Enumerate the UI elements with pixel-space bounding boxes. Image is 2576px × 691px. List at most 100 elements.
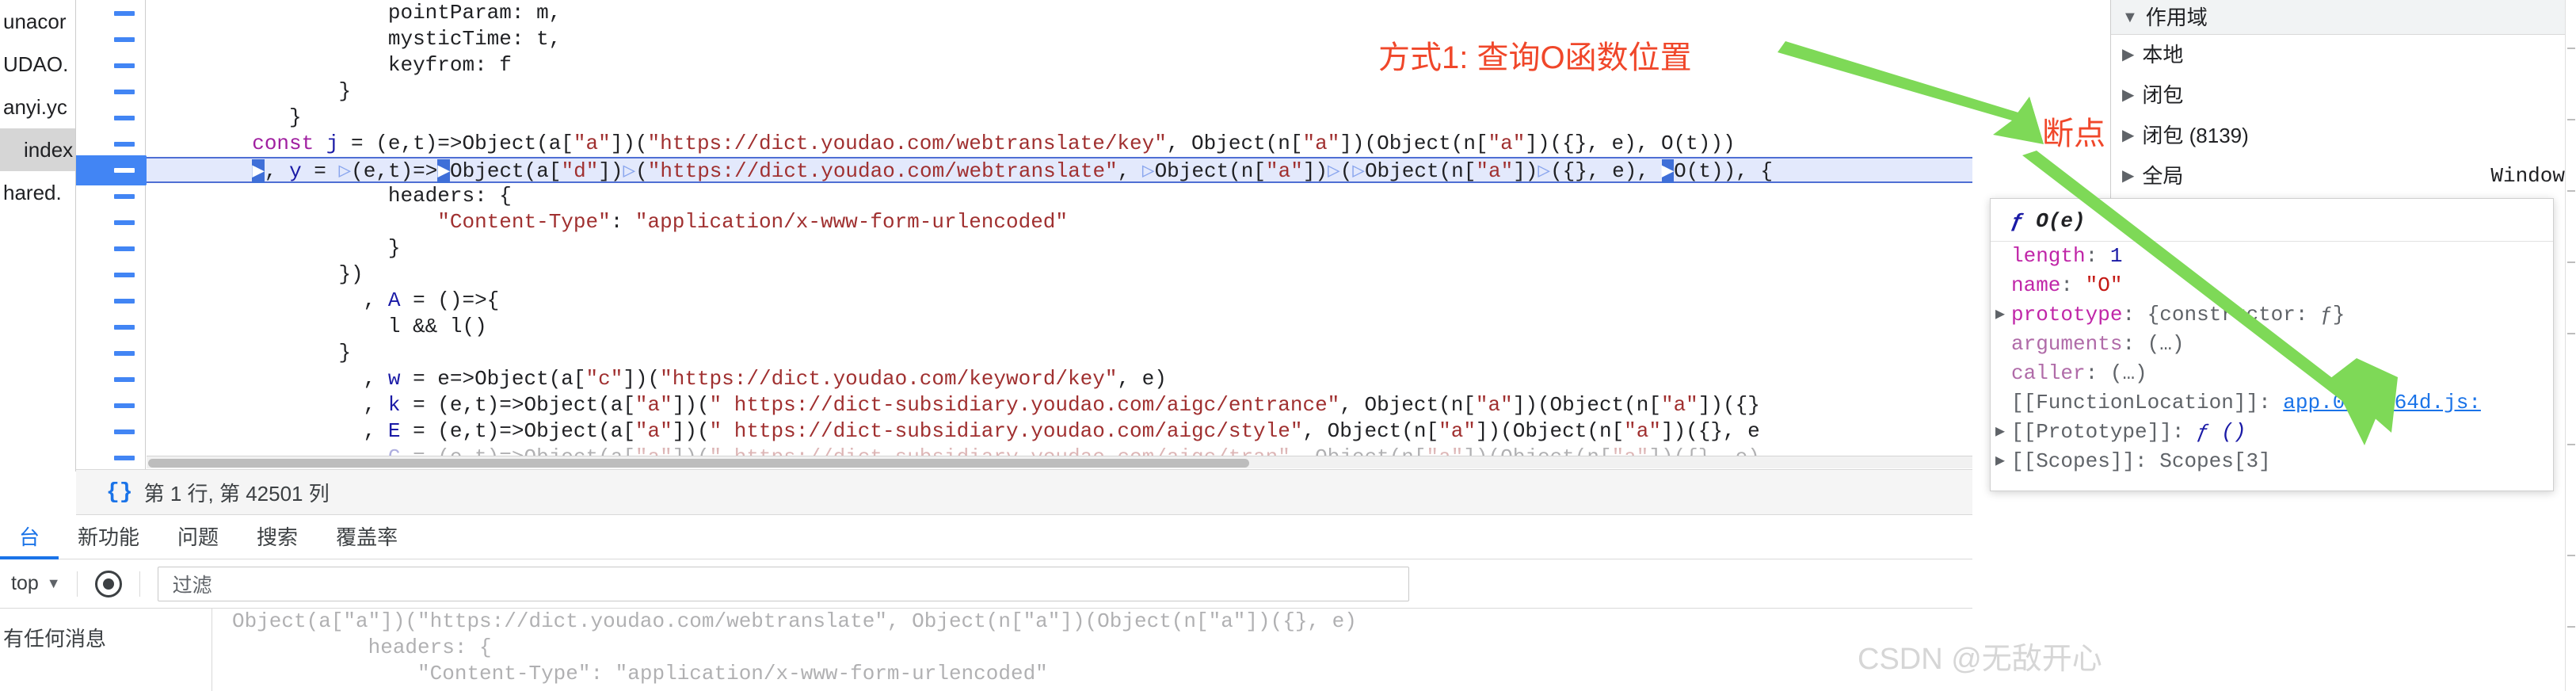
navigator-item[interactable]: UDAO.: [0, 43, 75, 86]
editor-gutter[interactable]: [76, 0, 161, 471]
line-dash-icon[interactable]: [114, 194, 135, 199]
console-filter-input[interactable]: 过滤: [157, 566, 1409, 601]
line-dash-icon[interactable]: [114, 403, 135, 408]
line-dash-icon[interactable]: [114, 246, 135, 251]
line-dash-icon[interactable]: [114, 273, 135, 277]
code-token: ])({}: [1698, 393, 1760, 417]
code-line[interactable]: , w = e=>Object(a["c"])("https://dict.yo…: [147, 366, 1972, 392]
code-line[interactable]: }: [147, 235, 1972, 262]
scope-pane-title: 作用域: [2145, 5, 2208, 29]
property-separator: :: [2122, 332, 2147, 356]
code-token: j: [326, 132, 339, 155]
code-line[interactable]: mysticTime: t,: [147, 26, 1972, 52]
navigator-item[interactable]: index: [0, 128, 75, 171]
triangle-right-icon[interactable]: ▶: [2122, 116, 2134, 156]
line-dash-icon[interactable]: [114, 116, 135, 120]
code-line[interactable]: , A = ()=>{: [147, 288, 1972, 314]
object-popover[interactable]: ƒ O(e) length: 1 name: "O" ▶ prototype: {co…: [1990, 198, 2554, 491]
code-line[interactable]: l && l(): [147, 314, 1972, 340]
code-line[interactable]: }: [147, 78, 1972, 105]
navigator-item[interactable]: unacor: [0, 0, 75, 43]
popover-property-row[interactable]: name: "O": [1991, 271, 2553, 300]
console-sidebar[interactable]: 有任何消息: [0, 609, 212, 691]
code-editor[interactable]: pointParam: m, mysticTime: t, keyfrom: f…: [147, 0, 1972, 456]
navigator-item[interactable]: anyi.yc: [0, 86, 75, 128]
console-context-selector[interactable]: top ▼: [0, 572, 77, 595]
breakpoint-marker[interactable]: [76, 155, 161, 185]
format-pretty-print-icon[interactable]: {}: [106, 480, 133, 505]
line-dash-icon[interactable]: [114, 299, 135, 304]
scrollbar-thumb[interactable]: [148, 459, 1249, 468]
triangle-right-icon[interactable]: ▶: [2122, 35, 2134, 75]
line-dash-icon[interactable]: [114, 220, 135, 225]
code-line-active[interactable]: ▶, y = ▷(e,t)=>▶Object(a["d"])▷("https:/…: [147, 157, 1972, 183]
code-line[interactable]: keyfrom: f: [147, 52, 1972, 78]
console-code-line: headers: {: [232, 636, 492, 659]
drawer-tab[interactable]: 覆盖率: [317, 515, 417, 559]
triangle-down-icon[interactable]: ▼: [2122, 0, 2138, 35]
popover-property-row[interactable]: ▶ prototype: {constructor: ƒ}: [1991, 300, 2553, 330]
code-line[interactable]: }: [147, 105, 1972, 131]
source-link[interactable]: app.0c6fc64d.js:: [2283, 391, 2481, 414]
code-line[interactable]: pointParam: m,: [147, 0, 1972, 26]
scope-row[interactable]: ▶ 闭包 (8139): [2111, 116, 2576, 156]
scope-row[interactable]: ▶ 全局 Window: [2111, 156, 2576, 197]
drawer-tab[interactable]: 新功能: [59, 515, 158, 559]
line-dash-icon[interactable]: [114, 11, 135, 16]
code-token: A: [387, 288, 401, 312]
popover-property-row[interactable]: length: 1: [1991, 242, 2553, 271]
popover-property-row[interactable]: ▶ [[Prototype]]: ƒ (): [1991, 418, 2553, 447]
line-dash-icon[interactable]: [114, 142, 135, 147]
popover-property-row[interactable]: caller: (…): [1991, 359, 2553, 388]
navigator-item[interactable]: hared.: [0, 171, 75, 214]
line-dash-icon[interactable]: [114, 63, 135, 68]
scope-row[interactable]: ▶ 本地: [2111, 35, 2576, 75]
chevron-down-icon: ▼: [46, 575, 61, 591]
code-line[interactable]: const j = (e,t)=>Object(a["a"])("https:/…: [147, 131, 1972, 157]
popover-property-row[interactable]: ▶ [[Scopes]]: Scopes[3]: [1991, 447, 2553, 476]
line-dash-icon[interactable]: [114, 351, 135, 356]
drawer-tab-bar[interactable]: 台新功能 问题 搜索 覆盖率: [0, 515, 1972, 559]
property-separator: :: [2085, 361, 2110, 385]
code-token: , Object(n[: [1290, 445, 1427, 456]
editor-horizontal-scrollbar[interactable]: [147, 456, 1972, 468]
code-line[interactable]: }): [147, 262, 1972, 288]
annotation-method-1: 方式1: 查询O函数位置: [1378, 40, 1692, 75]
line-dash-icon[interactable]: [114, 90, 135, 94]
code-line[interactable]: , E = (e,t)=>Object(a["a"])(" https://di…: [147, 418, 1972, 445]
page-scrollbar-strip[interactable]: [2565, 0, 2576, 691]
devtools-window: unacor UDAO. anyi.yc index hared. pointParam…: [0, 0, 2576, 691]
code-line[interactable]: , C = (e,t)=>Object(a["a"])(" https://di…: [147, 445, 1972, 456]
triangle-right-icon[interactable]: ▶: [1995, 418, 2005, 447]
line-dash-icon[interactable]: [114, 429, 135, 434]
code-line[interactable]: , k = (e,t)=>Object(a["a"])(" https://di…: [147, 392, 1972, 418]
navigator-file-list[interactable]: unacor UDAO. anyi.yc index hared.: [0, 0, 76, 471]
code-line[interactable]: }: [147, 340, 1972, 366]
triangle-right-icon[interactable]: ▶: [1995, 447, 2005, 476]
code-token: ])(: [610, 132, 648, 155]
code-token: "a": [635, 445, 673, 456]
drawer-tab[interactable]: 搜索: [238, 515, 317, 559]
live-expression-icon[interactable]: [94, 570, 122, 597]
popover-property-row[interactable]: arguments: (…): [1991, 330, 2553, 359]
code-line[interactable]: headers: {: [147, 183, 1972, 209]
line-dash-icon[interactable]: [114, 37, 135, 42]
line-dash-icon[interactable]: [114, 377, 135, 382]
line-dash-icon[interactable]: [114, 325, 135, 330]
code-token: const: [252, 132, 314, 155]
property-separator: :: [2122, 303, 2147, 326]
triangle-right-icon[interactable]: ▶: [2122, 75, 2134, 116]
line-dash-icon[interactable]: [114, 456, 135, 460]
triangle-right-icon[interactable]: ▶: [2122, 156, 2134, 197]
popover-property-row[interactable]: [[FunctionLocation]]: app.0c6fc64d.js:: [1991, 388, 2553, 418]
scope-row[interactable]: ▶ 闭包: [2111, 75, 2576, 116]
code-token: ▶: [437, 159, 451, 183]
code-line[interactable]: "Content-Type": "application/x-www-form-…: [147, 209, 1972, 235]
drawer-tab[interactable]: 台: [0, 515, 59, 559]
scope-pane-header[interactable]: ▼ 作用域: [2111, 0, 2576, 35]
drawer-tab[interactable]: 问题: [158, 515, 238, 559]
triangle-right-icon[interactable]: ▶: [1995, 300, 2005, 330]
